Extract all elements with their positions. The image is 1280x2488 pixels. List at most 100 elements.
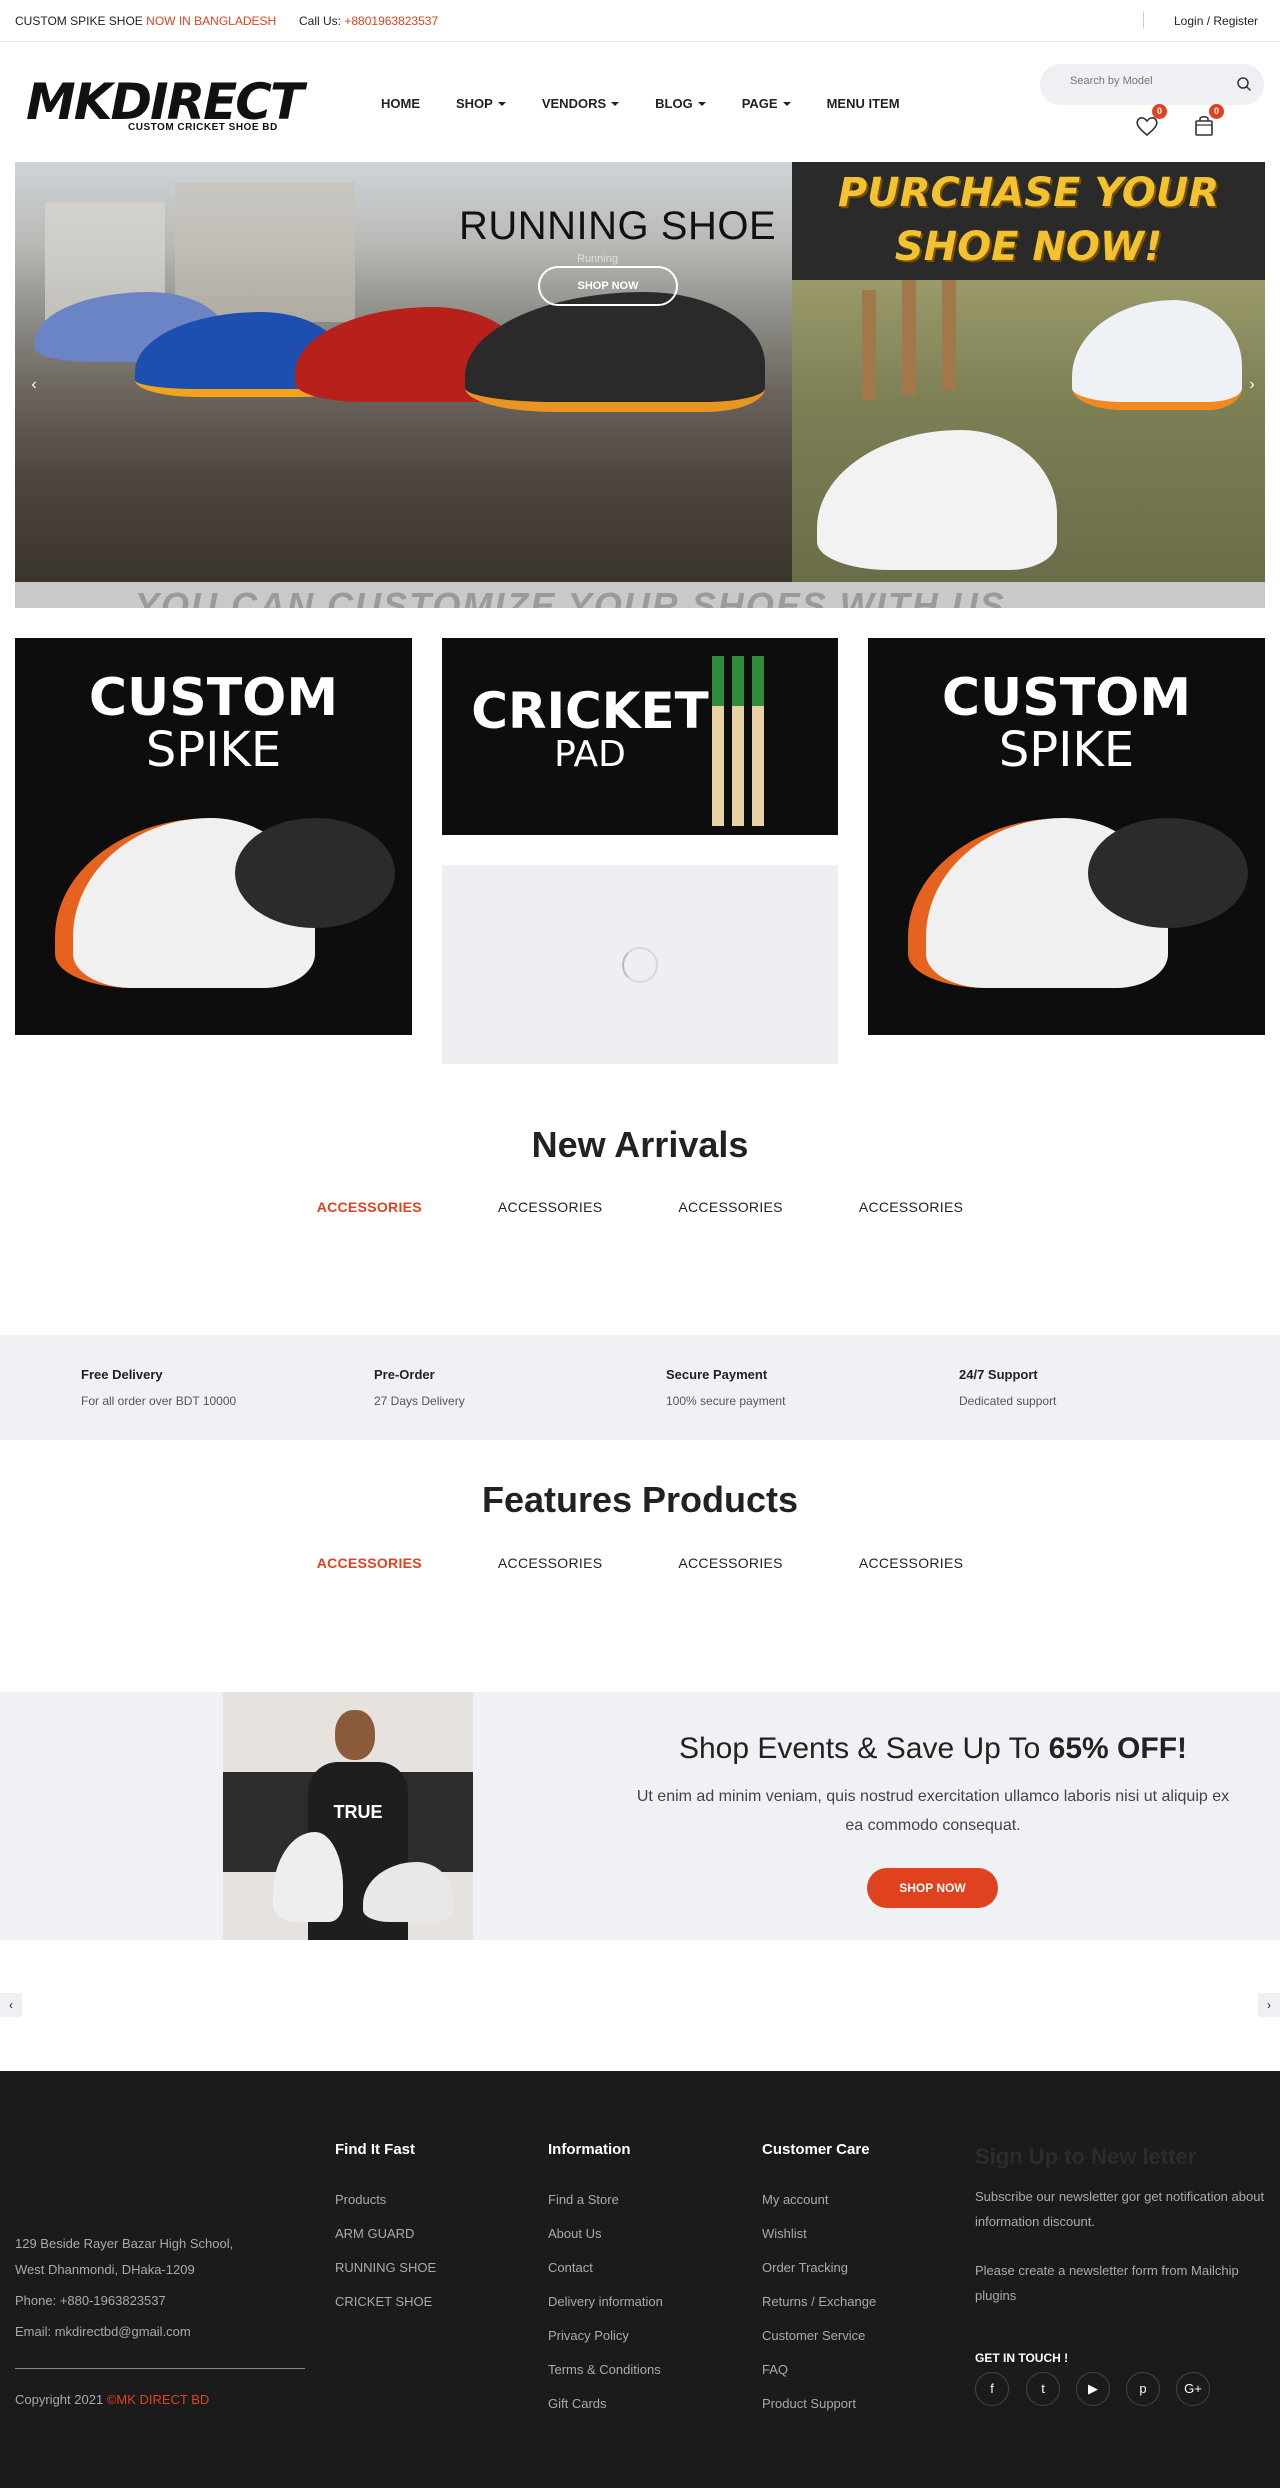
banner-title: CUSTOM xyxy=(88,668,339,728)
promo-heading-discount: 65% OFF! xyxy=(1048,1732,1188,1765)
newsletter-note: Please create a newsletter form from Mai… xyxy=(975,2263,1239,2303)
cricket-bat-image xyxy=(712,656,724,826)
promo-description: Ut enim ad minim veniam, quis nostrud ex… xyxy=(636,1788,1230,1834)
nav-shop[interactable]: SHOP xyxy=(456,96,506,111)
wishlist-button[interactable]: 0 xyxy=(1133,104,1167,140)
shirt-text: TRUE xyxy=(333,1802,383,1822)
banner-title: CUSTOM xyxy=(941,668,1192,728)
search-input[interactable] xyxy=(1070,75,1220,87)
hero-slider: PURCHASE YOUR SHOE NOW! RUNNING SHOE Run… xyxy=(15,162,1265,608)
caret-down-icon xyxy=(782,101,791,106)
cricket-bat-image xyxy=(732,656,744,826)
banner-custom-spike-right[interactable]: CUSTOM SPIKE xyxy=(868,638,1265,1035)
feature-text: For all order over BDT 10000 xyxy=(81,1394,237,1408)
footer-link[interactable]: Customer Service xyxy=(762,2328,865,2343)
promo-shop-now-button[interactable]: SHOP NOW xyxy=(867,1868,998,1908)
nav-page[interactable]: PAGE xyxy=(742,96,791,111)
login-register-link[interactable]: Login / Register xyxy=(1174,14,1258,28)
footer-link[interactable]: About Us xyxy=(548,2226,601,2241)
footer-link[interactable]: FAQ xyxy=(762,2362,788,2377)
footer-link[interactable]: My account xyxy=(762,2192,828,2207)
carousel-prev-arrow[interactable]: ‹ xyxy=(0,1993,22,2017)
copyright-text: Copyright 2021 xyxy=(15,2392,104,2407)
background-building xyxy=(175,182,355,322)
footer-link[interactable]: Wishlist xyxy=(762,2226,807,2241)
promo-line-1: PURCHASE YOUR xyxy=(837,170,1220,216)
copyright-brand-link[interactable]: ©MK DIRECT BD xyxy=(107,2392,210,2407)
footer-address-line-2: West Dhanmondi, DHaka-1209 xyxy=(15,2262,195,2277)
footer-link[interactable]: Privacy Policy xyxy=(548,2328,629,2343)
footer-find-title: Find It Fast xyxy=(335,2141,415,2158)
promo-heading-text: Shop Events & Save Up To xyxy=(678,1732,1041,1765)
pinterest-button[interactable]: p xyxy=(1126,2372,1160,2406)
loading-spinner-icon xyxy=(622,947,658,983)
youtube-button[interactable]: ▶ xyxy=(1076,2372,1110,2406)
tab-accessories[interactable]: ACCESSORIES xyxy=(678,1199,782,1215)
banner-subtitle: SPIKE xyxy=(998,722,1135,778)
cart-count-badge: 0 xyxy=(1209,104,1224,119)
nav-vendors[interactable]: VENDORS xyxy=(541,96,620,111)
footer-link[interactable]: Product Support xyxy=(762,2396,856,2411)
nav-blog[interactable]: BLOG xyxy=(655,96,706,111)
nav-shop-label: SHOP xyxy=(456,96,493,111)
stump xyxy=(942,280,956,390)
footer-link[interactable]: ARM GUARD xyxy=(335,2226,414,2241)
nav-vendors-label: VENDORS xyxy=(541,96,607,111)
tagline-highlight: NOW IN BANGLADESH xyxy=(146,14,277,28)
hero-title: RUNNING SHOE xyxy=(459,204,777,248)
nav-home[interactable]: HOME xyxy=(381,96,420,111)
footer-link[interactable]: Find a Store xyxy=(548,2192,619,2207)
footer-link[interactable]: CRICKET SHOE xyxy=(335,2294,432,2309)
feature-pre-order: Pre-Order 27 Days Delivery xyxy=(374,1367,465,1408)
tab-accessories[interactable]: ACCESSORIES xyxy=(317,1199,422,1215)
chevron-right-icon: › xyxy=(1267,1998,1271,2012)
slider-next-arrow[interactable]: › xyxy=(1239,372,1265,398)
banner-cricket-pad[interactable]: CRICKET PAD xyxy=(442,638,838,835)
hero-side-image: PURCHASE YOUR SHOE NOW! xyxy=(792,162,1265,582)
customize-strip-text: YOU CAN CUSTOMIZE YOUR SHOES WITH US xyxy=(135,585,1006,609)
youtube-icon: ▶ xyxy=(1088,2381,1098,2396)
footer-link[interactable]: Products xyxy=(335,2192,386,2207)
tab-accessories[interactable]: ACCESSORIES xyxy=(317,1555,422,1571)
google-plus-icon: G+ xyxy=(1184,2381,1202,2396)
hero-shop-now-button[interactable]: SHOP NOW xyxy=(538,266,678,306)
facebook-button[interactable]: f xyxy=(975,2372,1009,2406)
tab-accessories[interactable]: ACCESSORIES xyxy=(498,1555,602,1571)
chevron-left-icon: ‹ xyxy=(9,1998,13,2012)
footer-link[interactable]: RUNNING SHOE xyxy=(335,2260,436,2275)
tab-accessories[interactable]: ACCESSORIES xyxy=(859,1199,963,1215)
footer-link[interactable]: Contact xyxy=(548,2260,593,2275)
feature-text: Dedicated support xyxy=(959,1394,1057,1408)
feature-title: 24/7 Support xyxy=(959,1367,1038,1382)
footer-link[interactable]: Gift Cards xyxy=(548,2396,607,2411)
top-bar-divider xyxy=(1143,12,1144,28)
tab-accessories[interactable]: ACCESSORIES xyxy=(498,1199,602,1215)
cart-button[interactable]: 0 xyxy=(1190,104,1224,140)
search-icon[interactable] xyxy=(1236,76,1252,92)
get-in-touch-title: GET IN TOUCH ! xyxy=(975,2351,1069,2365)
stump xyxy=(902,280,916,395)
google-plus-button[interactable]: G+ xyxy=(1176,2372,1210,2406)
banner-subtitle: SPIKE xyxy=(145,722,282,778)
nav-menu-item[interactable]: MENU ITEM xyxy=(827,96,900,111)
call-number-link[interactable]: +8801963823537 xyxy=(344,14,438,28)
shoe-image xyxy=(817,430,1057,570)
site-logo[interactable]: MKDIRECT CUSTOM CRICKET SHOE BD xyxy=(26,77,304,137)
footer-link[interactable]: Terms & Conditions xyxy=(548,2362,661,2377)
footer-divider xyxy=(15,2368,305,2369)
banner-custom-spike-left[interactable]: CUSTOM SPIKE xyxy=(15,638,412,1035)
shoe-image xyxy=(465,292,765,412)
nav-menu-item-label: MENU ITEM xyxy=(826,96,900,111)
logo-wordmark: MKDIRECT xyxy=(26,73,304,131)
footer-link[interactable]: Returns / Exchange xyxy=(762,2294,876,2309)
footer-link[interactable]: Order Tracking xyxy=(762,2260,848,2275)
tab-accessories[interactable]: ACCESSORIES xyxy=(678,1555,782,1571)
tab-accessories[interactable]: ACCESSORIES xyxy=(859,1555,963,1571)
twitter-button[interactable]: t xyxy=(1026,2372,1060,2406)
carousel-next-arrow[interactable]: › xyxy=(1258,1993,1280,2017)
footer-link[interactable]: Delivery information xyxy=(548,2294,663,2309)
feature-support: 24/7 Support Dedicated support xyxy=(959,1367,1056,1408)
slider-prev-arrow[interactable]: ‹ xyxy=(21,372,47,398)
feature-text: 27 Days Delivery xyxy=(374,1394,465,1408)
footer-information-title: Information xyxy=(548,2141,631,2158)
